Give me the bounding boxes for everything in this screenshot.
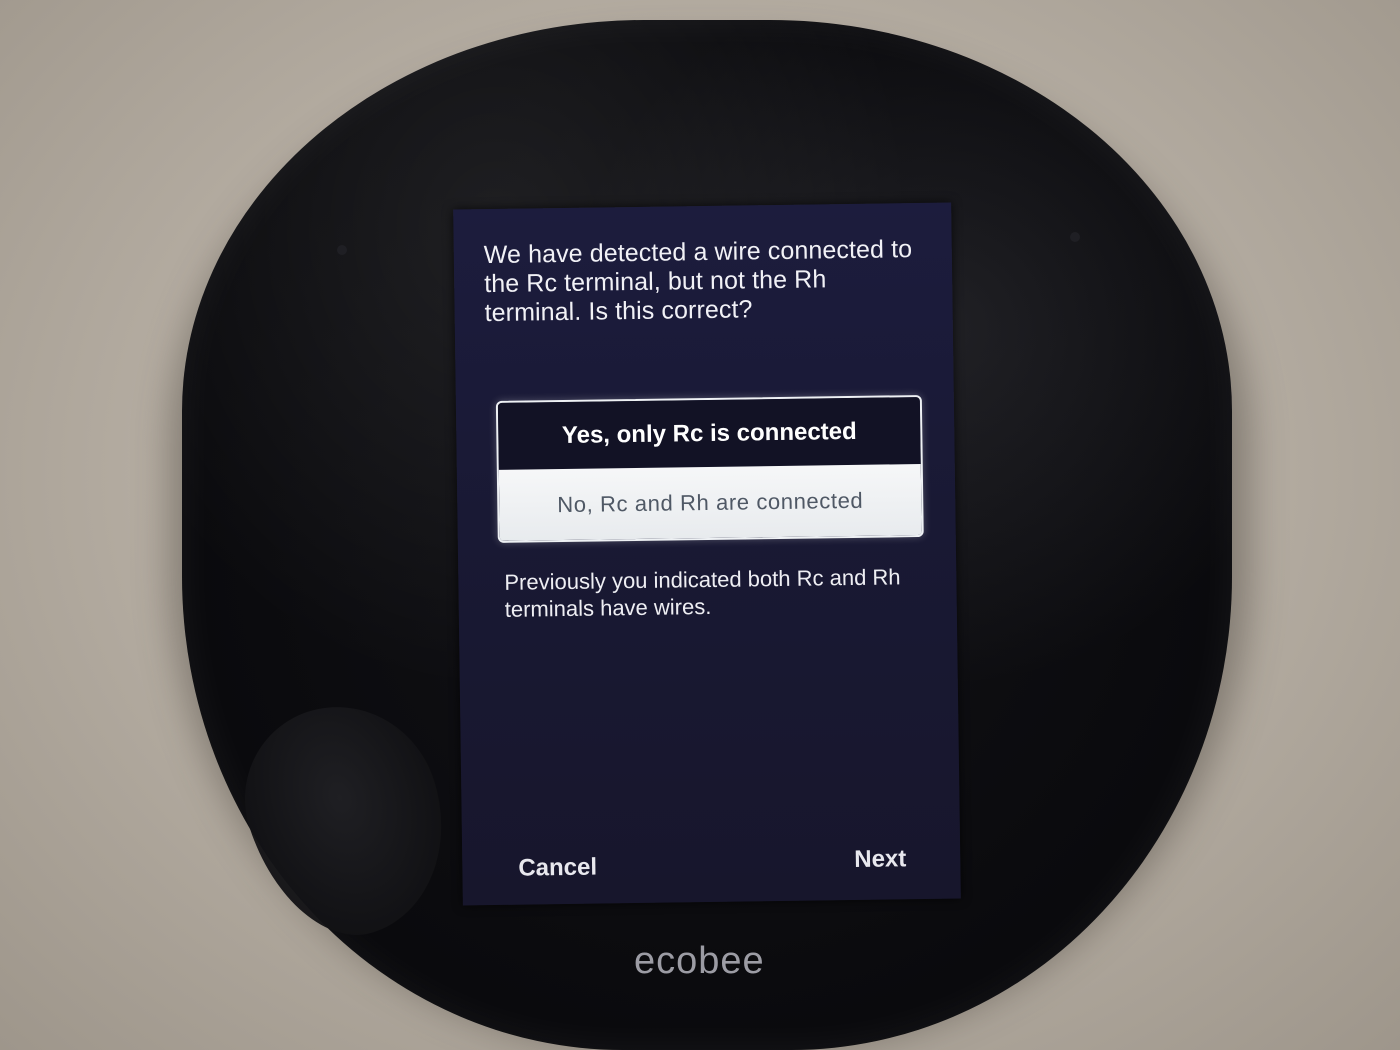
- thermostat-screen: We have detected a wire connected to the…: [453, 202, 961, 906]
- glass-reflection: [221, 681, 473, 959]
- option-yes-only-rc[interactable]: Yes, only Rc is connected: [497, 397, 921, 470]
- cancel-button[interactable]: Cancel: [518, 854, 597, 883]
- next-button[interactable]: Next: [854, 845, 906, 874]
- brand-logo: ecobee: [634, 940, 765, 982]
- sensor-dot: [337, 245, 347, 255]
- option-no-rc-and-rh[interactable]: No, Rc and Rh are connected: [498, 464, 922, 541]
- sensor-dot: [1070, 232, 1080, 242]
- previous-selection-note: Previously you indicated both Rc and Rh …: [504, 564, 901, 622]
- wiring-question: We have detected a wire connected to the…: [483, 235, 913, 328]
- option-list: Yes, only Rc is connected No, Rc and Rh …: [495, 394, 924, 543]
